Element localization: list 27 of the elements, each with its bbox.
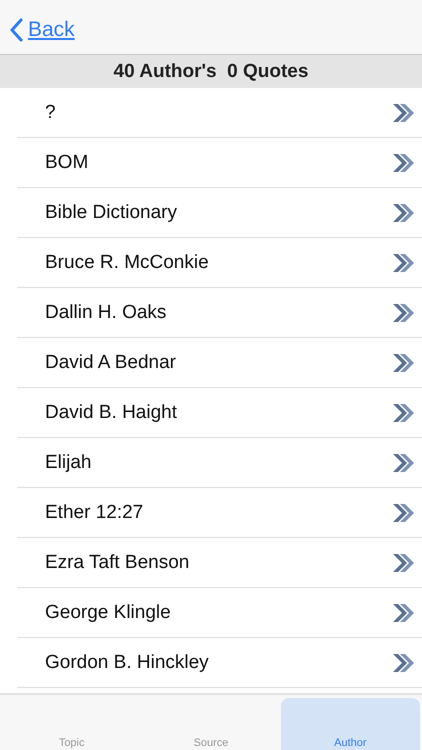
double-chevron-icon	[392, 252, 414, 272]
double-chevron-icon	[392, 202, 414, 222]
author-list-item[interactable]: George Klingle	[17, 588, 422, 638]
author-list-item[interactable]: Dallin H. Oaks	[17, 288, 422, 338]
double-chevron-icon	[392, 402, 414, 422]
author-list-item[interactable]: Bible Dictionary	[17, 188, 422, 238]
author-list-item[interactable]: David B. Haight	[17, 388, 422, 438]
back-link[interactable]: Back	[9, 18, 75, 42]
double-chevron-icon	[392, 452, 414, 472]
double-chevron-icon	[392, 652, 414, 672]
double-chevron-icon	[392, 302, 414, 322]
summary-header: 40 Author's 0 Quotes	[0, 55, 422, 88]
author-list-item[interactable]: Elijah	[17, 438, 422, 488]
double-chevron-icon	[392, 152, 414, 172]
author-list-item[interactable]: Bruce R. McConkie	[17, 238, 422, 288]
author-list-item[interactable]: David A Bednar	[17, 338, 422, 388]
author-list-item[interactable]: BOM	[17, 138, 422, 188]
double-chevron-icon	[392, 502, 414, 522]
author-list-item[interactable]: Ezra Taft Benson	[17, 538, 422, 588]
author-list-item[interactable]: ?	[17, 88, 422, 138]
author-list-item[interactable]: Ether 12:27	[17, 488, 422, 538]
double-chevron-icon	[392, 602, 414, 622]
double-chevron-icon	[392, 352, 414, 372]
double-chevron-icon	[392, 552, 414, 572]
author-list-item[interactable]: Gordon B. Hinckley	[17, 638, 422, 688]
chevron-left-icon	[9, 18, 23, 42]
double-chevron-icon	[392, 102, 414, 122]
